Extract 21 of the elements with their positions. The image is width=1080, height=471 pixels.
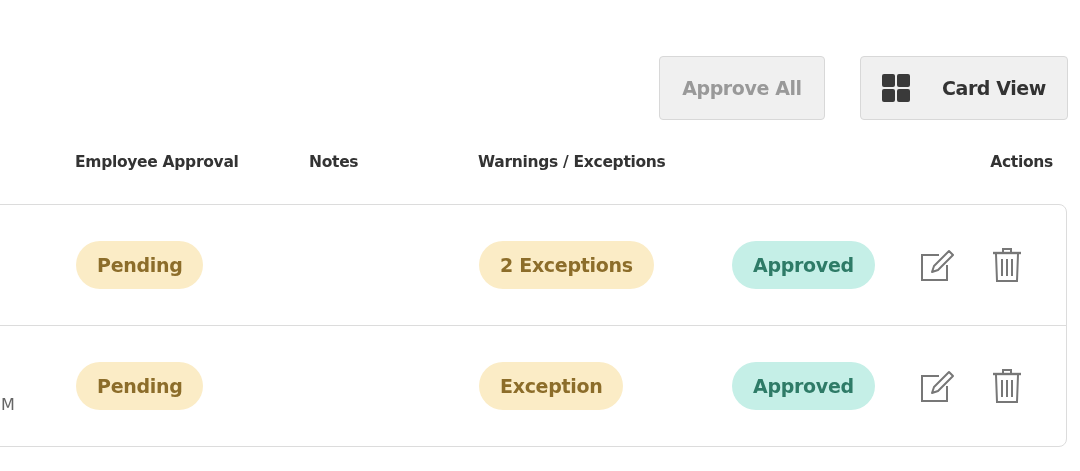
column-header: Notes (309, 153, 359, 171)
column-header: Actions (990, 153, 1053, 171)
delete-button[interactable] (991, 248, 1023, 282)
trash-icon (991, 248, 1023, 282)
pencil-icon (919, 248, 955, 282)
card-view-button[interactable]: Card View (859, 56, 1068, 120)
status-badge: Pending (76, 362, 204, 410)
edit-button[interactable] (919, 369, 955, 403)
status-badge: Approved (732, 241, 875, 289)
status-badge: Pending (76, 241, 204, 289)
table-cell-text: M (1, 395, 15, 414)
delete-button[interactable] (991, 369, 1023, 403)
trash-icon (991, 369, 1023, 403)
pencil-icon (919, 369, 955, 403)
exception-badge: 2 Exceptions (479, 241, 654, 289)
edit-button[interactable] (919, 248, 955, 282)
grid-icon (881, 74, 910, 102)
status-badge: Approved (732, 362, 875, 410)
exception-badge: Exception (479, 362, 624, 410)
column-header: Warnings / Exceptions (478, 153, 666, 171)
column-header: Employee Approval (75, 153, 239, 171)
